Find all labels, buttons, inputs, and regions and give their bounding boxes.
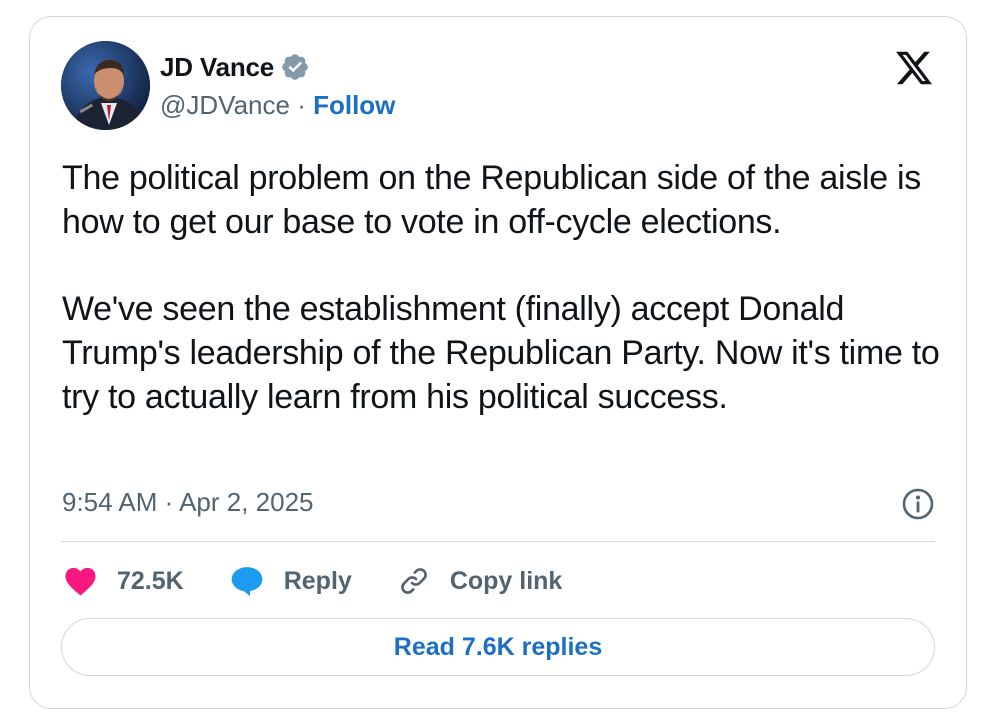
reply-bubble-icon — [231, 567, 263, 597]
reply-label: Reply — [283, 566, 352, 595]
copy-link-button[interactable]: Copy link — [398, 565, 563, 597]
like-count: 72.5K — [117, 566, 184, 595]
avatar[interactable] — [61, 41, 150, 130]
follow-button[interactable]: Follow — [313, 90, 395, 120]
author-handle-row: @JDVance · Follow — [160, 90, 395, 121]
author-name[interactable]: JD Vance — [160, 52, 274, 83]
x-logo-icon[interactable] — [893, 48, 935, 88]
divider — [61, 541, 935, 542]
read-replies-button[interactable]: Read 7.6K replies — [61, 618, 935, 676]
tweet-paragraph: The political problem on the Republican … — [62, 159, 921, 241]
heart-icon — [65, 567, 96, 596]
handle-separator: · — [289, 90, 314, 120]
tweet-text: The political problem on the Republican … — [62, 156, 942, 419]
tweet-paragraph: We've seen the establishment (finally) a… — [62, 290, 940, 416]
tweet-card: JD Vance @JDVance · Follow The political… — [29, 16, 967, 709]
like-button[interactable]: 72.5K — [64, 566, 184, 596]
tweet-timestamp[interactable]: 9:54 AM · Apr 2, 2025 — [62, 487, 314, 518]
info-icon[interactable] — [901, 487, 935, 521]
author-handle[interactable]: @JDVance — [160, 90, 290, 120]
author-name-row: JD Vance — [160, 50, 310, 84]
copy-link-label: Copy link — [449, 566, 563, 595]
link-icon — [400, 568, 427, 594]
read-replies-label: Read 7.6K replies — [393, 632, 603, 661]
verified-badge-icon — [280, 52, 310, 82]
reply-button[interactable]: Reply — [230, 565, 352, 597]
action-bar: 72.5K Reply Copy link — [64, 559, 608, 603]
